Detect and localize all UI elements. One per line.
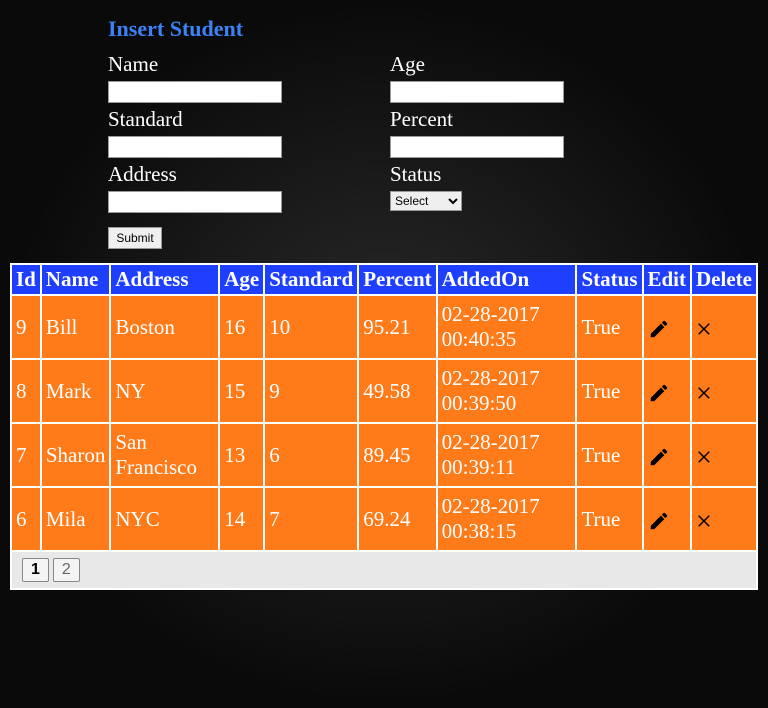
- cell-name: Mark: [41, 359, 111, 423]
- status-select[interactable]: Select: [390, 191, 462, 211]
- delete-cell: [691, 423, 757, 487]
- col-edit: Edit: [643, 264, 692, 295]
- delete-button[interactable]: [696, 507, 714, 531]
- edit-cell: [643, 359, 692, 423]
- cell-status: True: [576, 359, 642, 423]
- cell-addedon: 02-28-2017 00:39:11: [437, 423, 577, 487]
- cell-age: 14: [219, 487, 264, 551]
- col-standard: Standard: [264, 264, 358, 295]
- delete-cell: [691, 487, 757, 551]
- cell-id: 7: [11, 423, 41, 487]
- delete-button[interactable]: [696, 379, 714, 403]
- close-icon: [696, 384, 714, 402]
- col-percent: Percent: [358, 264, 436, 295]
- close-icon: [696, 512, 714, 530]
- submit-button[interactable]: Submit: [108, 227, 162, 249]
- delete-cell: [691, 295, 757, 359]
- standard-field[interactable]: [108, 136, 282, 158]
- cell-standard: 9: [264, 359, 358, 423]
- cell-percent: 49.58: [358, 359, 436, 423]
- cell-id: 6: [11, 487, 41, 551]
- pencil-icon: [648, 510, 670, 532]
- cell-standard: 6: [264, 423, 358, 487]
- edit-cell: [643, 295, 692, 359]
- close-icon: [696, 448, 714, 466]
- cell-status: True: [576, 295, 642, 359]
- col-name: Name: [41, 264, 111, 295]
- edit-button[interactable]: [648, 442, 670, 466]
- cell-id: 8: [11, 359, 41, 423]
- table-row: 8MarkNY15949.5802-28-2017 00:39:50True: [11, 359, 757, 423]
- cell-status: True: [576, 487, 642, 551]
- form-title: Insert Student: [108, 16, 768, 42]
- table-row: 9BillBoston161095.2102-28-2017 00:40:35T…: [11, 295, 757, 359]
- cell-percent: 89.45: [358, 423, 436, 487]
- cell-id: 9: [11, 295, 41, 359]
- cell-percent: 69.24: [358, 487, 436, 551]
- percent-field[interactable]: [390, 136, 564, 158]
- pencil-icon: [648, 382, 670, 404]
- age-label: Age: [390, 52, 564, 77]
- delete-cell: [691, 359, 757, 423]
- table-row: 7SharonSan Francisco13689.4502-28-2017 0…: [11, 423, 757, 487]
- pencil-icon: [648, 446, 670, 468]
- edit-cell: [643, 423, 692, 487]
- page-2-button[interactable]: 2: [53, 558, 80, 582]
- cell-name: Sharon: [41, 423, 111, 487]
- edit-button[interactable]: [648, 314, 670, 338]
- students-table: IdNameAddressAgeStandardPercentAddedOnSt…: [10, 263, 758, 552]
- edit-button[interactable]: [648, 378, 670, 402]
- page-1-button[interactable]: 1: [22, 558, 49, 582]
- edit-button[interactable]: [648, 506, 670, 530]
- cell-standard: 7: [264, 487, 358, 551]
- cell-age: 16: [219, 295, 264, 359]
- cell-age: 15: [219, 359, 264, 423]
- standard-label: Standard: [108, 107, 282, 132]
- col-age: Age: [219, 264, 264, 295]
- name-field[interactable]: [108, 81, 282, 103]
- cell-standard: 10: [264, 295, 358, 359]
- pagination: 12: [10, 552, 758, 590]
- cell-address: NYC: [110, 487, 219, 551]
- cell-address: NY: [110, 359, 219, 423]
- col-address: Address: [110, 264, 219, 295]
- table-row: 6MilaNYC14769.2402-28-2017 00:38:15True: [11, 487, 757, 551]
- name-label: Name: [108, 52, 282, 77]
- col-addedon: AddedOn: [437, 264, 577, 295]
- pencil-icon: [648, 318, 670, 340]
- cell-name: Bill: [41, 295, 111, 359]
- col-id: Id: [11, 264, 41, 295]
- cell-percent: 95.21: [358, 295, 436, 359]
- col-status: Status: [576, 264, 642, 295]
- form-right-column: Age Percent Status Select: [390, 48, 564, 249]
- percent-label: Percent: [390, 107, 564, 132]
- delete-button[interactable]: [696, 315, 714, 339]
- age-field[interactable]: [390, 81, 564, 103]
- close-icon: [696, 320, 714, 338]
- delete-button[interactable]: [696, 443, 714, 467]
- address-field[interactable]: [108, 191, 282, 213]
- cell-addedon: 02-28-2017 00:38:15: [437, 487, 577, 551]
- cell-status: True: [576, 423, 642, 487]
- table-header-row: IdNameAddressAgeStandardPercentAddedOnSt…: [11, 264, 757, 295]
- form-left-column: Name Standard Address Submit: [108, 48, 282, 249]
- cell-addedon: 02-28-2017 00:40:35: [437, 295, 577, 359]
- insert-student-form: Insert Student Name Standard Address Sub…: [0, 0, 768, 249]
- col-delete: Delete: [691, 264, 757, 295]
- edit-cell: [643, 487, 692, 551]
- cell-name: Mila: [41, 487, 111, 551]
- cell-address: Boston: [110, 295, 219, 359]
- cell-address: San Francisco: [110, 423, 219, 487]
- address-label: Address: [108, 162, 282, 187]
- cell-addedon: 02-28-2017 00:39:50: [437, 359, 577, 423]
- cell-age: 13: [219, 423, 264, 487]
- status-label: Status: [390, 162, 564, 187]
